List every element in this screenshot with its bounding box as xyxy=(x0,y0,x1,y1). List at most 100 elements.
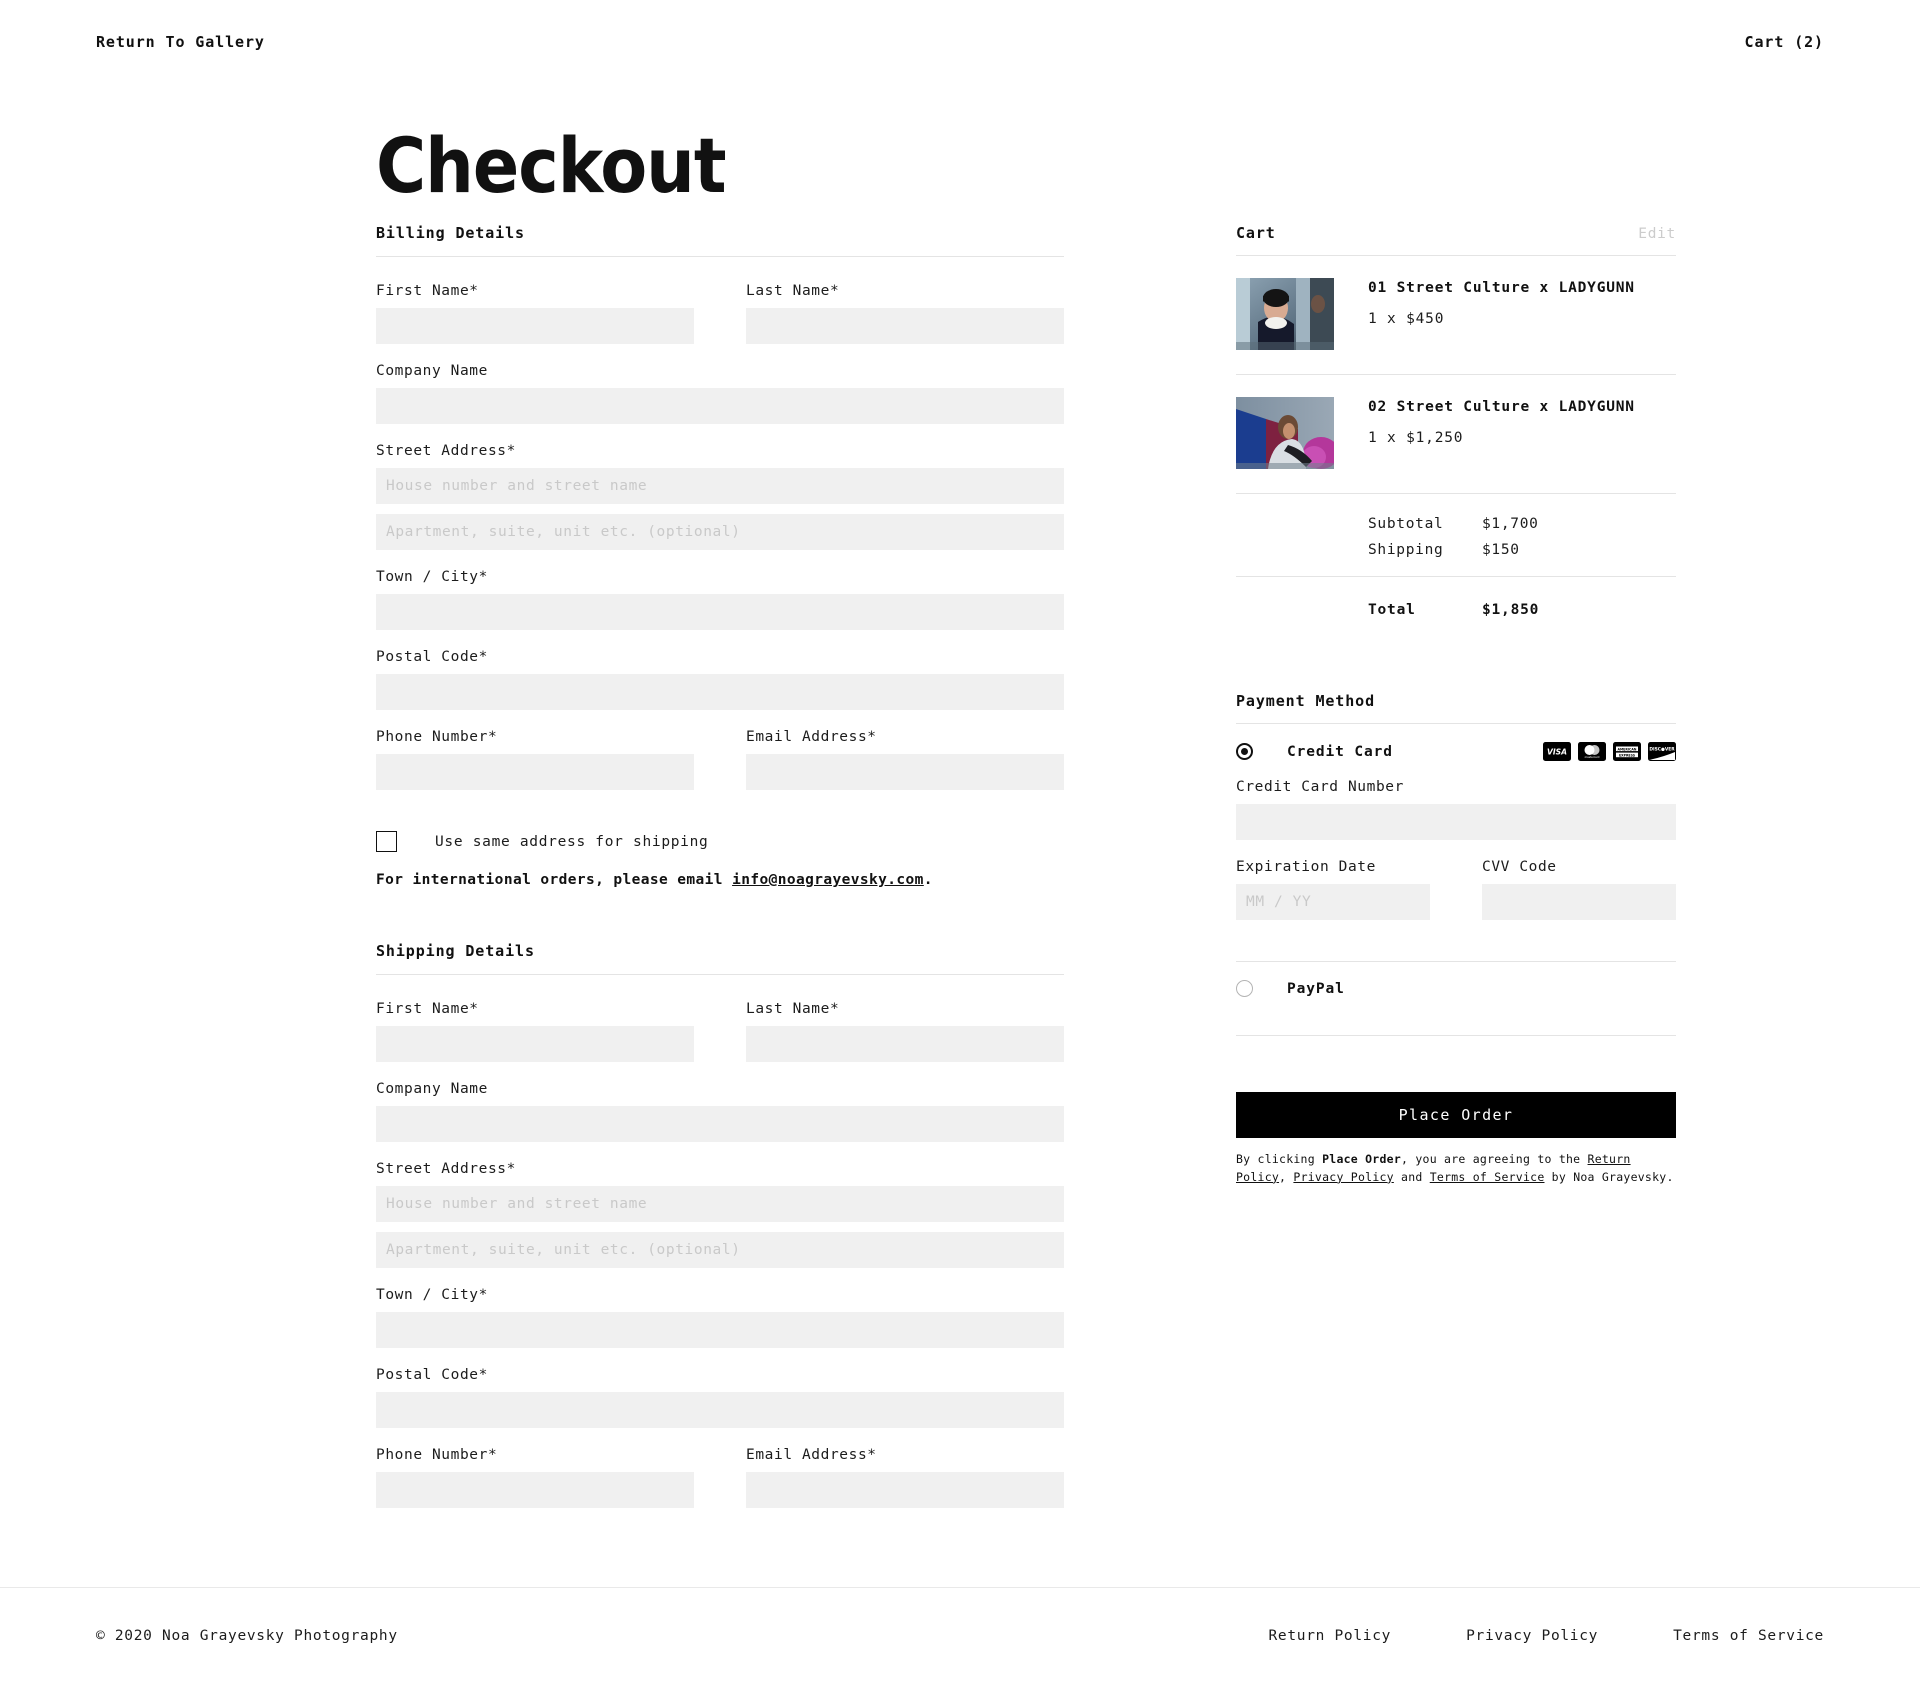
billing-contact-row: Phone Number* Email Address* xyxy=(376,729,1064,809)
billing-street-label: Street Address* xyxy=(376,443,516,459)
billing-first-name-field: First Name* xyxy=(376,283,694,344)
shipping-phone-field: Phone Number* xyxy=(376,1447,694,1508)
shipping-email-input[interactable] xyxy=(746,1472,1064,1508)
billing-email-input[interactable] xyxy=(746,754,1064,790)
billing-company-label: Company Name xyxy=(376,363,488,379)
billing-email-label: Email Address* xyxy=(746,729,877,745)
expiration-date-input[interactable] xyxy=(1236,884,1430,920)
cvv-code-field: CVV Code xyxy=(1482,859,1676,920)
paypal-option-row[interactable]: PayPal xyxy=(1236,962,1676,1013)
return-to-gallery-link[interactable]: Return To Gallery xyxy=(96,33,265,51)
cvv-code-input[interactable] xyxy=(1482,884,1676,920)
intl-note-suffix: . xyxy=(923,872,933,888)
svg-text:VISA: VISA xyxy=(1547,748,1567,756)
order-disclaimer: By clicking Place Order, you are agreein… xyxy=(1236,1151,1676,1187)
shipping-last-name-input[interactable] xyxy=(746,1026,1064,1062)
shipping-first-name-field: First Name* xyxy=(376,1001,694,1062)
cart-summary-header: Cart Edit xyxy=(1236,224,1676,256)
cart-item-name: 01 Street Culture x LADYGUNN xyxy=(1368,280,1635,296)
shipping-company-label: Company Name xyxy=(376,1081,488,1097)
shipping-cost-label: Shipping xyxy=(1368,542,1444,558)
expiration-date-label: Expiration Date xyxy=(1236,859,1376,875)
page-title: Checkout xyxy=(376,121,727,210)
cart-edit-link[interactable]: Edit xyxy=(1638,226,1676,242)
paypal-radio[interactable] xyxy=(1236,980,1253,997)
disclaimer-part3: , xyxy=(1279,1169,1294,1184)
place-order-button[interactable]: Place Order xyxy=(1236,1092,1676,1138)
cart-item-thumbnail xyxy=(1236,278,1334,350)
visa-icon: VISA xyxy=(1543,742,1571,761)
shipping-street-input[interactable] xyxy=(376,1186,1064,1222)
billing-phone-label: Phone Number* xyxy=(376,729,498,745)
svg-text:AMERICAN: AMERICAN xyxy=(1618,747,1637,751)
cart-item-thumbnail xyxy=(1236,397,1334,469)
paypal-divider xyxy=(1236,1035,1676,1036)
shipping-postal-label: Postal Code* xyxy=(376,1367,488,1383)
shipping-first-name-label: First Name* xyxy=(376,1001,479,1017)
same-address-checkbox[interactable] xyxy=(376,831,397,852)
shipping-street-field: Street Address* xyxy=(376,1161,1064,1268)
shipping-town-input[interactable] xyxy=(376,1312,1064,1348)
cart-item: 02 Street Culture x LADYGUNN 1 x $1,250 xyxy=(1236,375,1676,494)
shipping-contact-row: Phone Number* Email Address* xyxy=(376,1447,1064,1527)
shipping-town-label: Town / City* xyxy=(376,1287,488,1303)
billing-first-name-label: First Name* xyxy=(376,283,479,299)
discover-icon: DISC●VER xyxy=(1648,742,1676,761)
international-orders-note: For international orders, please email i… xyxy=(376,872,1064,888)
card-brand-logos: VISA mastercard AMERICAN EXPRESS DISC●VE… xyxy=(1543,742,1676,761)
cart-link[interactable]: Cart (2) xyxy=(1745,33,1824,51)
credit-card-radio[interactable] xyxy=(1236,743,1253,760)
shipping-street-label: Street Address* xyxy=(376,1161,516,1177)
billing-street2-input[interactable] xyxy=(376,514,1064,550)
shipping-company-input[interactable] xyxy=(376,1106,1064,1142)
shipping-phone-input[interactable] xyxy=(376,1472,694,1508)
card-expiry-cvv-row: Expiration Date CVV Code xyxy=(1236,859,1676,939)
billing-company-input[interactable] xyxy=(376,388,1064,424)
payment-method-section: Payment Method Credit Card VISA masterca… xyxy=(1236,692,1676,1187)
cart-item-qty-price: 1 x $1,250 xyxy=(1368,430,1464,446)
site-footer: © 2020 Noa Grayevsky Photography Return … xyxy=(0,1587,1920,1683)
billing-town-input[interactable] xyxy=(376,594,1064,630)
international-email-link[interactable]: info@noagrayevsky.com xyxy=(732,872,924,888)
credit-card-label: Credit Card xyxy=(1287,743,1393,760)
billing-last-name-input[interactable] xyxy=(746,308,1064,344)
footer-privacy-policy-link[interactable]: Privacy Policy xyxy=(1466,1628,1598,1644)
billing-name-row: First Name* Last Name* xyxy=(376,283,1064,363)
terms-of-service-link[interactable]: Terms of Service xyxy=(1430,1170,1545,1184)
intl-note-prefix: For international orders, please email xyxy=(376,872,733,888)
grand-total-label: Total xyxy=(1368,602,1416,618)
billing-email-field: Email Address* xyxy=(746,729,1064,790)
billing-last-name-label: Last Name* xyxy=(746,283,840,299)
billing-phone-input[interactable] xyxy=(376,754,694,790)
privacy-policy-link[interactable]: Privacy Policy xyxy=(1293,1170,1393,1184)
american-express-icon: AMERICAN EXPRESS xyxy=(1613,742,1641,761)
footer-return-policy-link[interactable]: Return Policy xyxy=(1268,1628,1391,1644)
site-header: Return To Gallery Cart (2) xyxy=(0,0,1920,84)
disclaimer-bold: Place Order xyxy=(1322,1152,1402,1166)
billing-postal-input[interactable] xyxy=(376,674,1064,710)
billing-last-name-field: Last Name* xyxy=(746,283,1064,344)
shipping-postal-input[interactable] xyxy=(376,1392,1064,1428)
same-address-row: Use same address for shipping xyxy=(376,831,1064,852)
subtotal-value: $1,700 xyxy=(1482,516,1539,532)
disclaimer-part1: By clicking xyxy=(1236,1152,1323,1166)
card-number-field: Credit Card Number xyxy=(1236,779,1676,840)
grand-total-row: Total $1,850 xyxy=(1236,577,1676,618)
credit-card-option-row[interactable]: Credit Card VISA mastercard AMERICAN EXP… xyxy=(1236,724,1676,777)
footer-terms-of-service-link[interactable]: Terms of Service xyxy=(1673,1628,1824,1644)
billing-company-field: Company Name xyxy=(376,363,1064,424)
cart-item-qty-price: 1 x $450 xyxy=(1368,311,1445,327)
card-number-input[interactable] xyxy=(1236,804,1676,840)
subtotal-row: Subtotal $1,700 xyxy=(1236,516,1676,532)
shipping-street2-input[interactable] xyxy=(376,1232,1064,1268)
grand-total-value: $1,850 xyxy=(1482,602,1540,618)
billing-street-input[interactable] xyxy=(376,468,1064,504)
shipping-cost-row: Shipping $150 xyxy=(1236,542,1676,558)
billing-first-name-input[interactable] xyxy=(376,308,694,344)
mastercard-icon: mastercard xyxy=(1578,742,1606,761)
expiration-date-field: Expiration Date xyxy=(1236,859,1430,920)
disclaimer-part5: by Noa Grayevsky. xyxy=(1544,1169,1674,1184)
billing-postal-label: Postal Code* xyxy=(376,649,488,665)
shipping-email-label: Email Address* xyxy=(746,1447,877,1463)
shipping-first-name-input[interactable] xyxy=(376,1026,694,1062)
